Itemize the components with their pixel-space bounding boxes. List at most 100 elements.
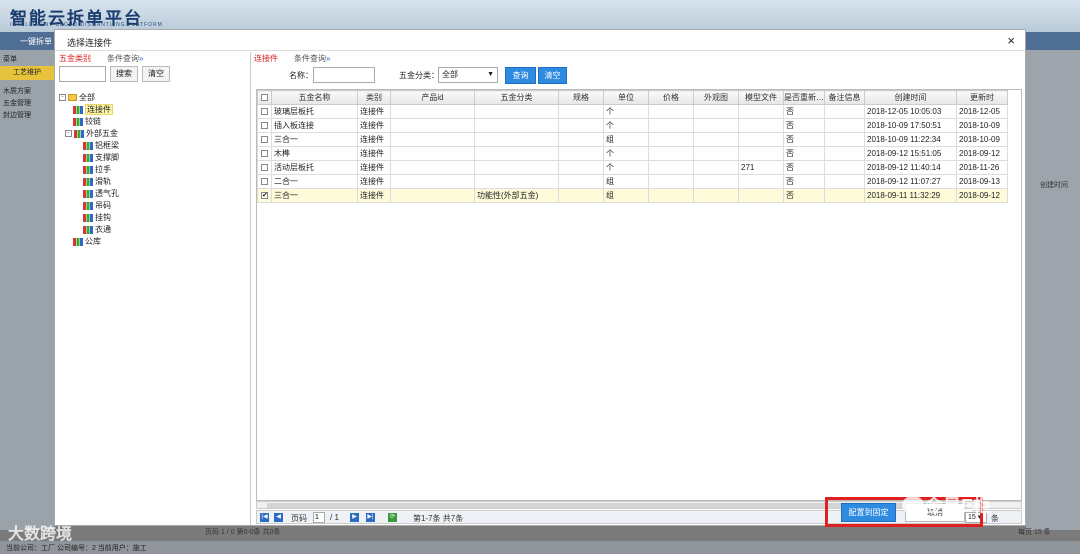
table-cell (390, 118, 475, 133)
category-label: 五金分类： (399, 71, 439, 80)
column-header[interactable]: 模型文件 (738, 90, 784, 105)
category-search-input[interactable] (59, 66, 106, 82)
empty-row (258, 301, 1008, 315)
table-cell (558, 118, 604, 133)
double-chevron-down-icon[interactable]: » (326, 54, 330, 63)
empty-row (258, 231, 1008, 245)
clear-button-right[interactable]: 清空 (538, 67, 567, 84)
column-header[interactable]: 更新时 (956, 90, 1008, 105)
column-header[interactable]: 类别 (357, 90, 391, 105)
tree-node-root[interactable]: - 全部 (59, 92, 95, 104)
table-row[interactable]: 木榫 连接件 个 否 2018-09-12 15:51:05 2018-09-12 (257, 146, 1008, 161)
row-checkbox[interactable] (257, 104, 272, 119)
column-header[interactable]: 价格 (648, 90, 694, 105)
chart-icon (83, 189, 93, 198)
table-cell (390, 174, 475, 189)
row-checkbox[interactable]: ✔ (257, 188, 272, 203)
dropdown-arrow-icon: ▼ (487, 71, 494, 78)
tree-node-aluminum-beam[interactable]: 铝框梁 (83, 140, 119, 152)
table-cell (824, 188, 865, 203)
empty-row (258, 287, 1008, 301)
last-page-icon[interactable]: ▶| (366, 513, 375, 522)
table-row[interactable]: ✔ 三合一 连接件 功能性(外部五金) 组 否 2018-09-11 11:32:29 201… (257, 188, 1008, 203)
table-cell: 2018-10-09 (956, 132, 1008, 147)
column-header[interactable]: 单位 (603, 90, 649, 105)
prev-page-icon[interactable]: ◀ (274, 513, 283, 522)
tab-condition-query[interactable]: 条件查询 (107, 54, 139, 63)
tree-node-hinge[interactable]: 铰链 (73, 116, 101, 128)
column-header[interactable]: 五金分类 (474, 90, 559, 105)
row-checkbox[interactable] (257, 146, 272, 161)
clear-button[interactable]: 清空 (142, 66, 170, 82)
sidebar-item-edge[interactable]: 封边管理 (3, 110, 31, 120)
tree-node-hanger-code[interactable]: 吊码 (83, 200, 111, 212)
column-header[interactable]: 创建时间 (864, 90, 957, 105)
table-cell (474, 160, 559, 175)
nav-item-dismantle[interactable]: 一键拆单 (20, 36, 52, 47)
column-header[interactable]: 五金名称 (271, 90, 358, 105)
table-cell (558, 132, 604, 147)
tree-node-clothes-rail[interactable]: 衣通 (83, 224, 111, 236)
table-row[interactable]: 二合一 连接件 组 否 2018-09-12 11:07:27 2018-09-13 (257, 174, 1008, 189)
select-all-checkbox[interactable] (257, 90, 272, 105)
query-button[interactable]: 查询 (505, 67, 536, 84)
column-header[interactable]: 是否重新… (783, 90, 825, 105)
table-cell: 2018-10-09 (956, 118, 1008, 133)
table-cell (738, 132, 784, 147)
table-row[interactable]: 三合一 连接件 组 否 2018-10-09 11:22:34 2018-10-09 (257, 132, 1008, 147)
row-checkbox[interactable] (257, 118, 272, 133)
table-cell (558, 146, 604, 161)
table-row[interactable]: 活动层板托 连接件 个 271 否 2018-09-12 11:40:14 2018-11-… (257, 160, 1008, 175)
collapse-icon[interactable]: - (65, 130, 72, 138)
table-cell (474, 174, 559, 189)
chart-icon (73, 237, 83, 246)
table-cell: 否 (783, 174, 825, 189)
tree-node-hook[interactable]: 挂钩 (83, 212, 111, 224)
row-checkbox[interactable] (257, 132, 272, 147)
tree-node-handle[interactable]: 拉手 (83, 164, 111, 176)
table-cell: 否 (783, 132, 825, 147)
tab-connector[interactable]: 连接件 (254, 53, 278, 64)
table-cell (390, 146, 475, 161)
column-header[interactable]: 外观图 (693, 90, 739, 105)
close-icon[interactable]: × (1007, 33, 1015, 48)
collapse-icon[interactable]: - (59, 94, 66, 102)
tree-node-support-foot[interactable]: 支撑脚 (83, 152, 119, 164)
column-header[interactable]: 规格 (558, 90, 604, 105)
tab-condition-query-right[interactable]: 条件查询 (294, 54, 326, 63)
app-logo-subtitle: INTELLIGENT CLOUD DISMANTLING PLATFORM (10, 22, 163, 28)
sidebar-item-hardware[interactable]: 五金管理 (3, 98, 31, 108)
empty-row (258, 203, 1008, 217)
table-cell (824, 104, 865, 119)
chart-icon (74, 129, 84, 138)
column-header[interactable]: 产品id (390, 90, 475, 105)
table-cell: 插入板连接 (271, 118, 358, 133)
next-page-icon[interactable]: ▶ (350, 513, 359, 522)
table-cell (390, 188, 475, 203)
tree-node-public-library[interactable]: 公库 (73, 236, 101, 248)
refresh-icon[interactable]: ⟳ (388, 513, 397, 522)
tree-node-connector[interactable]: 连接件 (73, 104, 113, 116)
chart-icon (83, 177, 93, 186)
name-input[interactable] (313, 67, 375, 83)
table-cell (558, 104, 604, 119)
sidebar-menu-button[interactable]: 工艺维护 (0, 66, 54, 80)
row-checkbox[interactable] (257, 174, 272, 189)
page-input[interactable] (313, 512, 325, 523)
tab-hardware-category[interactable]: 五金类别 (59, 53, 91, 64)
tree-node-vent-hole[interactable]: 透气孔 (83, 188, 119, 200)
table-row[interactable]: 玻璃层板托 连接件 个 否 2018-12-05 10:05:03 2018-12-05 (257, 104, 1008, 119)
double-chevron-down-icon[interactable]: » (139, 54, 143, 63)
column-header[interactable]: 备注信息 (824, 90, 865, 105)
first-page-icon[interactable]: |◀ (260, 513, 269, 522)
table-row[interactable]: 插入板连接 连接件 个 否 2018-10-09 17:50:51 2018-10-09 (257, 118, 1008, 133)
table-cell (648, 174, 694, 189)
sidebar-item-wood[interactable]: 木质方案 (3, 86, 31, 96)
search-button[interactable]: 搜索 (110, 66, 138, 82)
category-select[interactable]: 全部 ▼ (438, 67, 498, 83)
tree-node-slide-rail[interactable]: 滑轨 (83, 176, 111, 188)
tree-node-external-hardware[interactable]: - 外部五金 (65, 128, 118, 140)
row-checkbox[interactable] (257, 160, 272, 175)
table-cell: 2018-12-05 (956, 104, 1008, 119)
table-cell (824, 132, 865, 147)
